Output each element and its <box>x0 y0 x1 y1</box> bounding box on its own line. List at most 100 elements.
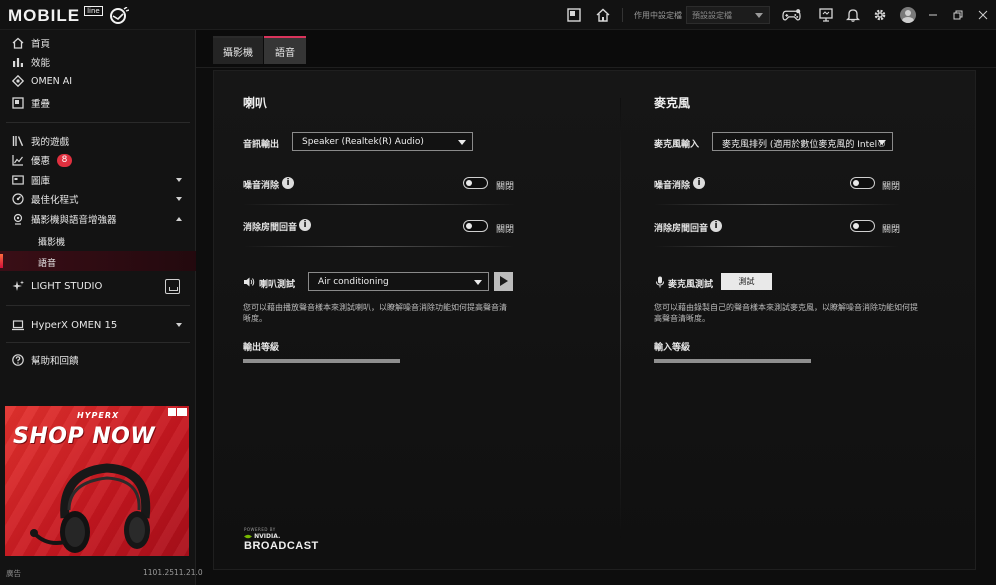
audio-output-value: Speaker (Realtek(R) Audio) <box>302 137 424 147</box>
sidebar-item-optimizer[interactable]: 最佳化程式 <box>0 190 196 208</box>
tab-voice[interactable]: 語音 <box>264 36 306 64</box>
ad-close-icon[interactable] <box>168 408 176 416</box>
sidebar-item-label: 首頁 <box>31 39 51 50</box>
logo-brand: MOBILE <box>8 6 81 25</box>
chevron-down-icon <box>458 140 466 145</box>
sidebar-item-label: 幫助和回饋 <box>31 356 79 367</box>
ad-brand: HYPERX <box>77 411 120 420</box>
mic-echo-toggle[interactable] <box>850 220 875 232</box>
powered-by-label: POWERED BY <box>244 527 276 532</box>
speaker-test-sample-value: Air conditioning <box>318 277 389 287</box>
sidebar-item-label: LIGHT STUDIO <box>31 280 103 292</box>
nvidia-broadcast-logo: POWERED BY NVIDIA. BROADCAST <box>244 527 319 552</box>
input-level-label: 輸入等級 <box>654 343 691 353</box>
mic-input-select[interactable]: 麥克風排列 (適用於數位麥克風的 Intel® <box>712 132 893 151</box>
restore-icon[interactable] <box>951 8 965 22</box>
sparkle-icon <box>11 280 24 293</box>
chevron-up-icon <box>176 217 182 221</box>
sidebar-item-label: 攝影機與語音增強器 <box>31 215 117 226</box>
mic-noise-toggle[interactable] <box>850 177 875 189</box>
tab-camera[interactable]: 攝影機 <box>213 36 263 64</box>
avatar[interactable] <box>900 7 916 23</box>
mic-test-button[interactable]: 測試 <box>721 273 772 290</box>
sidebar-divider <box>6 122 190 123</box>
sidebar-item-label: 圖庫 <box>31 176 51 187</box>
speaker-test-sample-select[interactable]: Air conditioning <box>308 272 489 291</box>
speaker-noise-state: 關閉 <box>496 182 515 192</box>
mic-noise-label: 噪音消除 <box>654 181 691 191</box>
minimize-icon[interactable] <box>926 8 940 22</box>
gallery-icon <box>11 174 24 187</box>
speaker-test-description-line: 您可以藉由播放聲音樣本來測試喇叭，以瞭解噪音消除功能如何提高聲音清 <box>243 303 507 312</box>
titlebar-separator <box>622 8 623 22</box>
ad-banner[interactable]: HYPERX SHOP NOW <box>5 406 189 556</box>
sidebar-item-device[interactable]: HyperX OMEN 15 <box>0 316 196 334</box>
app-logo: MOBILE line <box>8 6 129 26</box>
column-divider <box>620 98 621 538</box>
info-icon[interactable]: i <box>282 177 294 189</box>
profile-select[interactable]: 預設設定檔 <box>686 6 770 24</box>
ad-headline: SHOP NOW <box>13 424 156 449</box>
sidebar-item-help[interactable]: 幫助和回饋 <box>0 351 196 369</box>
sidebar-subitem-voice[interactable]: 語音 <box>0 251 196 271</box>
sidebar: 首頁 效能 OMEN AI 重疊 我的遊戲 優惠 8 圖庫 最佳化程式 攝影機與… <box>0 30 203 585</box>
sidebar-item-label: 效能 <box>31 58 51 69</box>
nvidia-eye-icon <box>244 534 252 539</box>
speaker-test-description-line: 晰度。 <box>243 314 267 323</box>
speaker-test-description: 您可以藉由播放聲音樣本來測試喇叭，以瞭解噪音消除功能如何提高聲音清 晰度。 <box>243 302 507 324</box>
home-icon[interactable] <box>595 7 611 23</box>
row-separator <box>654 204 900 205</box>
library-icon <box>11 135 24 148</box>
sidebar-item-deals[interactable]: 優惠 8 <box>0 151 196 169</box>
play-icon[interactable] <box>494 272 513 291</box>
sidebar-item-overlay[interactable]: 重疊 <box>0 94 196 112</box>
sidebar-item-label: 我的遊戲 <box>31 137 70 148</box>
info-icon[interactable]: i <box>299 219 311 231</box>
sidebar-item-my-games[interactable]: 我的遊戲 <box>0 132 196 150</box>
close-icon[interactable] <box>976 8 990 22</box>
ad-info-icon[interactable] <box>177 408 187 416</box>
sidebar-item-performance[interactable]: 效能 <box>0 53 196 71</box>
tab-label: 攝影機 <box>223 47 253 59</box>
sidebar-item-label: HyperX OMEN 15 <box>31 319 118 331</box>
speaker-test-label: 喇叭測試 <box>259 280 296 290</box>
audio-output-label: 音訊輸出 <box>243 140 280 150</box>
info-icon[interactable]: i <box>710 220 722 232</box>
row-separator <box>243 204 515 205</box>
mic-test-description-line: 高聲音清晰度。 <box>654 314 710 323</box>
sidebar-item-camera-voice[interactable]: 攝影機與語音增強器 <box>0 210 196 228</box>
mic-input-label: 麥克風輸入 <box>654 140 700 150</box>
ad-label: 廣告 <box>6 569 21 578</box>
speaker-noise-toggle[interactable] <box>463 177 488 189</box>
gear-icon[interactable] <box>872 7 888 23</box>
sidebar-item-gallery[interactable]: 圖庫 <box>0 171 196 189</box>
sidebar-item-label: 最佳化程式 <box>31 195 79 206</box>
logo-sub: line <box>84 6 103 16</box>
sidebar-item-light-studio[interactable]: LIGHT STUDIO <box>0 277 196 295</box>
profile-label: 作用中設定檔 <box>634 11 682 20</box>
bell-icon[interactable] <box>845 7 861 23</box>
monitor-icon[interactable] <box>818 7 834 23</box>
sidebar-item-label: 重疊 <box>31 99 51 110</box>
overlay-icon <box>11 97 24 110</box>
laptop-icon <box>11 319 24 332</box>
mic-echo-state: 關閉 <box>882 225 901 235</box>
speaker-section-title: 喇叭 <box>243 96 268 110</box>
sidebar-subitem-label: 攝影機 <box>38 238 66 248</box>
tab-bar: 攝影機 語音 <box>196 30 996 68</box>
overlay-icon[interactable] <box>566 7 582 23</box>
chevron-down-icon <box>176 197 182 201</box>
info-icon[interactable]: i <box>693 177 705 189</box>
speaker-echo-toggle[interactable] <box>463 220 488 232</box>
gamepad-icon[interactable] <box>781 7 801 23</box>
diamond-icon <box>11 75 24 88</box>
audio-output-select[interactable]: Speaker (Realtek(R) Audio) <box>292 132 473 151</box>
sidebar-subitem-label: 語音 <box>38 259 57 269</box>
mic-test-description: 您可以藉由錄製自己的聲音樣本來測試麥克風，以瞭解噪音消除功能如何提 高聲音清晰度… <box>654 302 918 324</box>
sidebar-divider <box>6 305 190 306</box>
sidebar-item-omen-ai[interactable]: OMEN AI <box>0 72 196 90</box>
sidebar-subitem-camera[interactable]: 攝影機 <box>0 230 196 250</box>
sidebar-item-home[interactable]: 首頁 <box>0 34 196 52</box>
download-icon[interactable] <box>165 279 180 294</box>
mic-test-description-line: 您可以藉由錄製自己的聲音樣本來測試麥克風，以瞭解噪音消除功能如何提 <box>654 303 918 312</box>
